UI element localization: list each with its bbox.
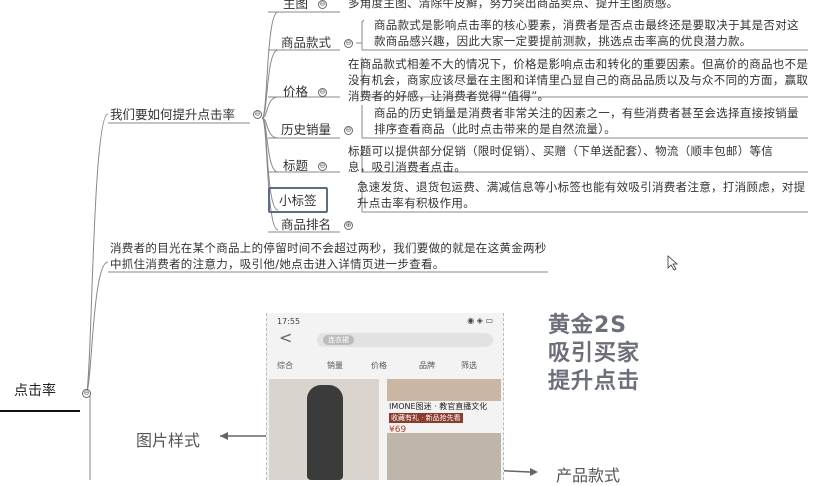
- product-style-label: 产品款式: [556, 466, 621, 485]
- node-price-collapse-icon[interactable]: ⊖: [318, 88, 327, 97]
- phone-screenshot: 17:55 ◉ ◈ ▭ < 连衣裙 综合 销量 价格 品牌 筛选 IMONE图迷…: [266, 313, 504, 480]
- filter-item: 价格: [371, 361, 387, 370]
- node-sales-history-collapse-icon[interactable]: ⊖: [344, 126, 353, 135]
- node-title[interactable]: 标题: [283, 158, 308, 173]
- node-price-desc: 在商品款式相差不大的情况下，价格是影响点击和转化的重要因素。但高价的商品也不是没…: [348, 57, 809, 103]
- node-product-style[interactable]: 商品款式: [281, 35, 331, 50]
- phone-status-icons: ◉ ◈ ▭: [467, 316, 493, 325]
- branch-label[interactable]: 我们要如何提升点击率: [110, 107, 235, 122]
- node-main-image[interactable]: 主图: [283, 0, 308, 11]
- phone-time: 17:55: [277, 317, 301, 326]
- node-title-desc: 标题可以提供部分促销（限时促销）、买赠（下单送配套）、物流（顺丰包邮）等信息，吸…: [348, 144, 774, 174]
- node-title-collapse-icon[interactable]: ⊖: [318, 162, 327, 171]
- filter-item: 品牌: [419, 361, 435, 370]
- filter-item: 筛选: [461, 361, 477, 370]
- node-product-style-desc: 商品款式是影响点击率的核心要素，消费者是否点击最终还是要取决于其是否对这款商品感…: [374, 18, 799, 48]
- node-product-ranking[interactable]: 商品排名: [281, 217, 331, 232]
- summary-note: 消费者的目光在某个商品上的停留时间不会超过两秒，我们要做的就是在这黄金两秒中抓住…: [110, 241, 547, 271]
- node-product-ranking-expand-icon[interactable]: ⊕: [344, 221, 353, 230]
- node-sales-history[interactable]: 历史销量: [281, 122, 331, 137]
- root-collapse-icon[interactable]: ⊖: [82, 389, 91, 398]
- root-node[interactable]: 点击率: [14, 384, 56, 399]
- phone-search-tag: 连衣裙: [323, 335, 354, 345]
- node-price[interactable]: 价格: [283, 84, 308, 99]
- branch-collapse-icon[interactable]: ⊖: [253, 110, 262, 119]
- node-main-image-collapse-icon[interactable]: ⊖: [318, 0, 327, 9]
- node-sales-history-desc: 商品的历史销量是消费者非常关注的因素之一，有些消费者甚至会选择直接按销量排序查看…: [374, 106, 799, 136]
- node-main-image-desc: 多角度主图、清除牛皮癣，努力突出商品卖点、提升主图质感。: [348, 0, 679, 10]
- node-small-tags-desc: 急速发货、退货包运费、满减信息等小标签也能有效吸引消费者注意，打消顾虑，对提升点…: [357, 180, 806, 210]
- product-image-right-bottom: [387, 433, 501, 480]
- node-product-style-collapse-icon[interactable]: ⊖: [344, 39, 353, 48]
- model-silhouette: [307, 385, 343, 480]
- shop-subtitle: 收藏有礼 · 新品抢先看: [389, 413, 463, 423]
- back-arrow-icon: <: [279, 328, 293, 347]
- filter-item: 综合: [277, 361, 293, 370]
- image-style-label: 图片样式: [136, 431, 201, 450]
- headline-line-3: 提升点击: [548, 369, 641, 394]
- product-image-right-top: [387, 379, 501, 401]
- filter-item: 销量: [327, 361, 343, 370]
- node-small-tags[interactable]: 小标签: [279, 193, 317, 208]
- shop-name: IMONE图迷 · 教官直播文化: [389, 402, 488, 411]
- phone-filter-bar: 综合 销量 价格 品牌 筛选: [267, 357, 503, 373]
